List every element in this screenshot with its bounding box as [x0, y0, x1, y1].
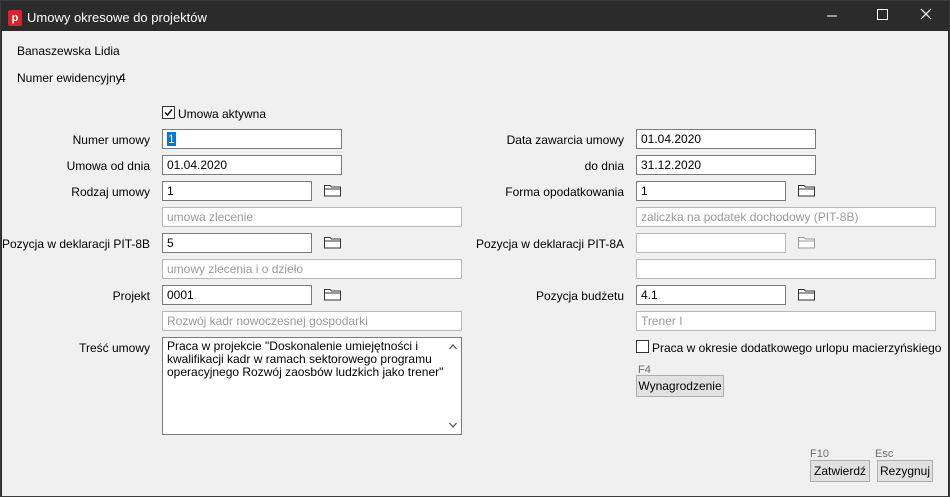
folder-icon	[798, 289, 815, 301]
scroll-down-button[interactable]	[448, 420, 458, 430]
close-icon	[920, 8, 932, 20]
maternity-label[interactable]: Praca w okresie dodatkowego urlopu macie…	[652, 341, 941, 355]
employee-id-label: Numer ewidencyjny	[17, 71, 122, 85]
pit8a-browse-button[interactable]	[798, 235, 816, 249]
contract-number-label: Numer umowy	[72, 133, 150, 147]
contract-type-browse-button[interactable]	[324, 183, 342, 197]
active-checkbox[interactable]	[162, 106, 175, 119]
project-input[interactable]: 0001	[162, 285, 312, 305]
scroll-up-button[interactable]	[448, 342, 458, 352]
contract-number-value: 1	[167, 132, 176, 146]
chevron-up-icon	[449, 344, 457, 350]
tax-form-browse-button[interactable]	[798, 183, 816, 197]
minimize-icon	[827, 15, 837, 17]
project-label: Projekt	[112, 289, 150, 303]
date-signed-label: Data zawarcia umowy	[506, 133, 624, 147]
budget-browse-button[interactable]	[798, 287, 816, 301]
folder-icon	[324, 185, 341, 197]
folder-icon	[324, 289, 341, 301]
checkmark-icon	[164, 109, 173, 117]
contract-number-input[interactable]: 1	[162, 129, 342, 149]
date-signed-input[interactable]: 01.04.2020	[636, 129, 816, 149]
title-bar[interactable]: p Umowy okresowe do projektów	[1, 1, 949, 31]
maximize-icon	[877, 9, 888, 20]
pit8b-input[interactable]: 5	[162, 233, 312, 253]
budget-input[interactable]: 4.1	[636, 285, 786, 305]
contract-type-label: Rodzaj umowy	[71, 185, 150, 199]
date-to-input[interactable]: 31.12.2020	[636, 155, 816, 175]
contract-type-description: umowa zlecenie	[162, 207, 462, 227]
project-browse-button[interactable]	[324, 287, 342, 301]
dialog-window: p Umowy okresowe do projektów Banaszewsk…	[0, 0, 950, 497]
date-from-input[interactable]: 01.04.2020	[162, 155, 342, 175]
employee-id-value: 4	[119, 71, 126, 85]
employee-name: Banaszewska Lidia	[17, 44, 120, 58]
window-title: Umowy okresowe do projektów	[27, 10, 207, 25]
pit8b-description: umowy zlecenia i o dzieło	[162, 259, 462, 279]
tax-form-input[interactable]: 1	[636, 181, 786, 201]
maximize-button[interactable]	[859, 1, 905, 31]
content-label: Treść umowy	[79, 341, 150, 355]
content-line: operacyjnego Rozwój zaosbów ludzkich jak…	[167, 365, 444, 379]
app-icon: p	[8, 10, 22, 26]
contract-type-input[interactable]: 1	[162, 181, 312, 201]
pit8a-input[interactable]	[636, 233, 786, 253]
pit8b-label: Pozycja w deklaracji PIT-8B	[2, 237, 151, 251]
date-to-label: do dnia	[584, 159, 624, 173]
pit8a-description	[636, 259, 936, 279]
folder-icon	[798, 185, 815, 197]
salary-button[interactable]: Wynagrodzenie	[636, 375, 724, 397]
confirm-shortcut: F10	[810, 448, 829, 460]
tax-form-description: zaliczka na podatek dochodowy (PIT-8B)	[636, 207, 936, 227]
content-textarea[interactable]: Praca w projekcie "Doskonalenie umiejętn…	[162, 337, 462, 435]
dialog-body: Banaszewska Lidia Numer ewidencyjny 4 Um…	[2, 31, 948, 496]
tax-form-label: Forma opodatkowania	[505, 185, 624, 199]
pit8a-label: Pozycja w deklaracji PIT-8A	[475, 237, 624, 251]
chevron-down-icon	[449, 422, 457, 428]
cancel-shortcut: Esc	[875, 448, 894, 460]
minimize-button[interactable]	[809, 1, 855, 31]
active-label[interactable]: Umowa aktywna	[178, 107, 266, 121]
budget-description: Trener I	[636, 311, 936, 331]
pit8b-browse-button[interactable]	[324, 235, 342, 249]
date-from-label: Umowa od dnia	[66, 159, 150, 173]
project-description: Rozwój kadr nowoczesnej gospodarki	[162, 311, 462, 331]
confirm-button[interactable]: Zatwierdź	[810, 460, 870, 482]
folder-icon	[798, 237, 815, 249]
budget-label: Pozycja budżetu	[535, 289, 624, 303]
cancel-button[interactable]: Rezygnuj	[877, 460, 933, 482]
close-button[interactable]	[903, 1, 949, 31]
maternity-checkbox[interactable]	[636, 340, 649, 353]
folder-icon	[324, 237, 341, 249]
